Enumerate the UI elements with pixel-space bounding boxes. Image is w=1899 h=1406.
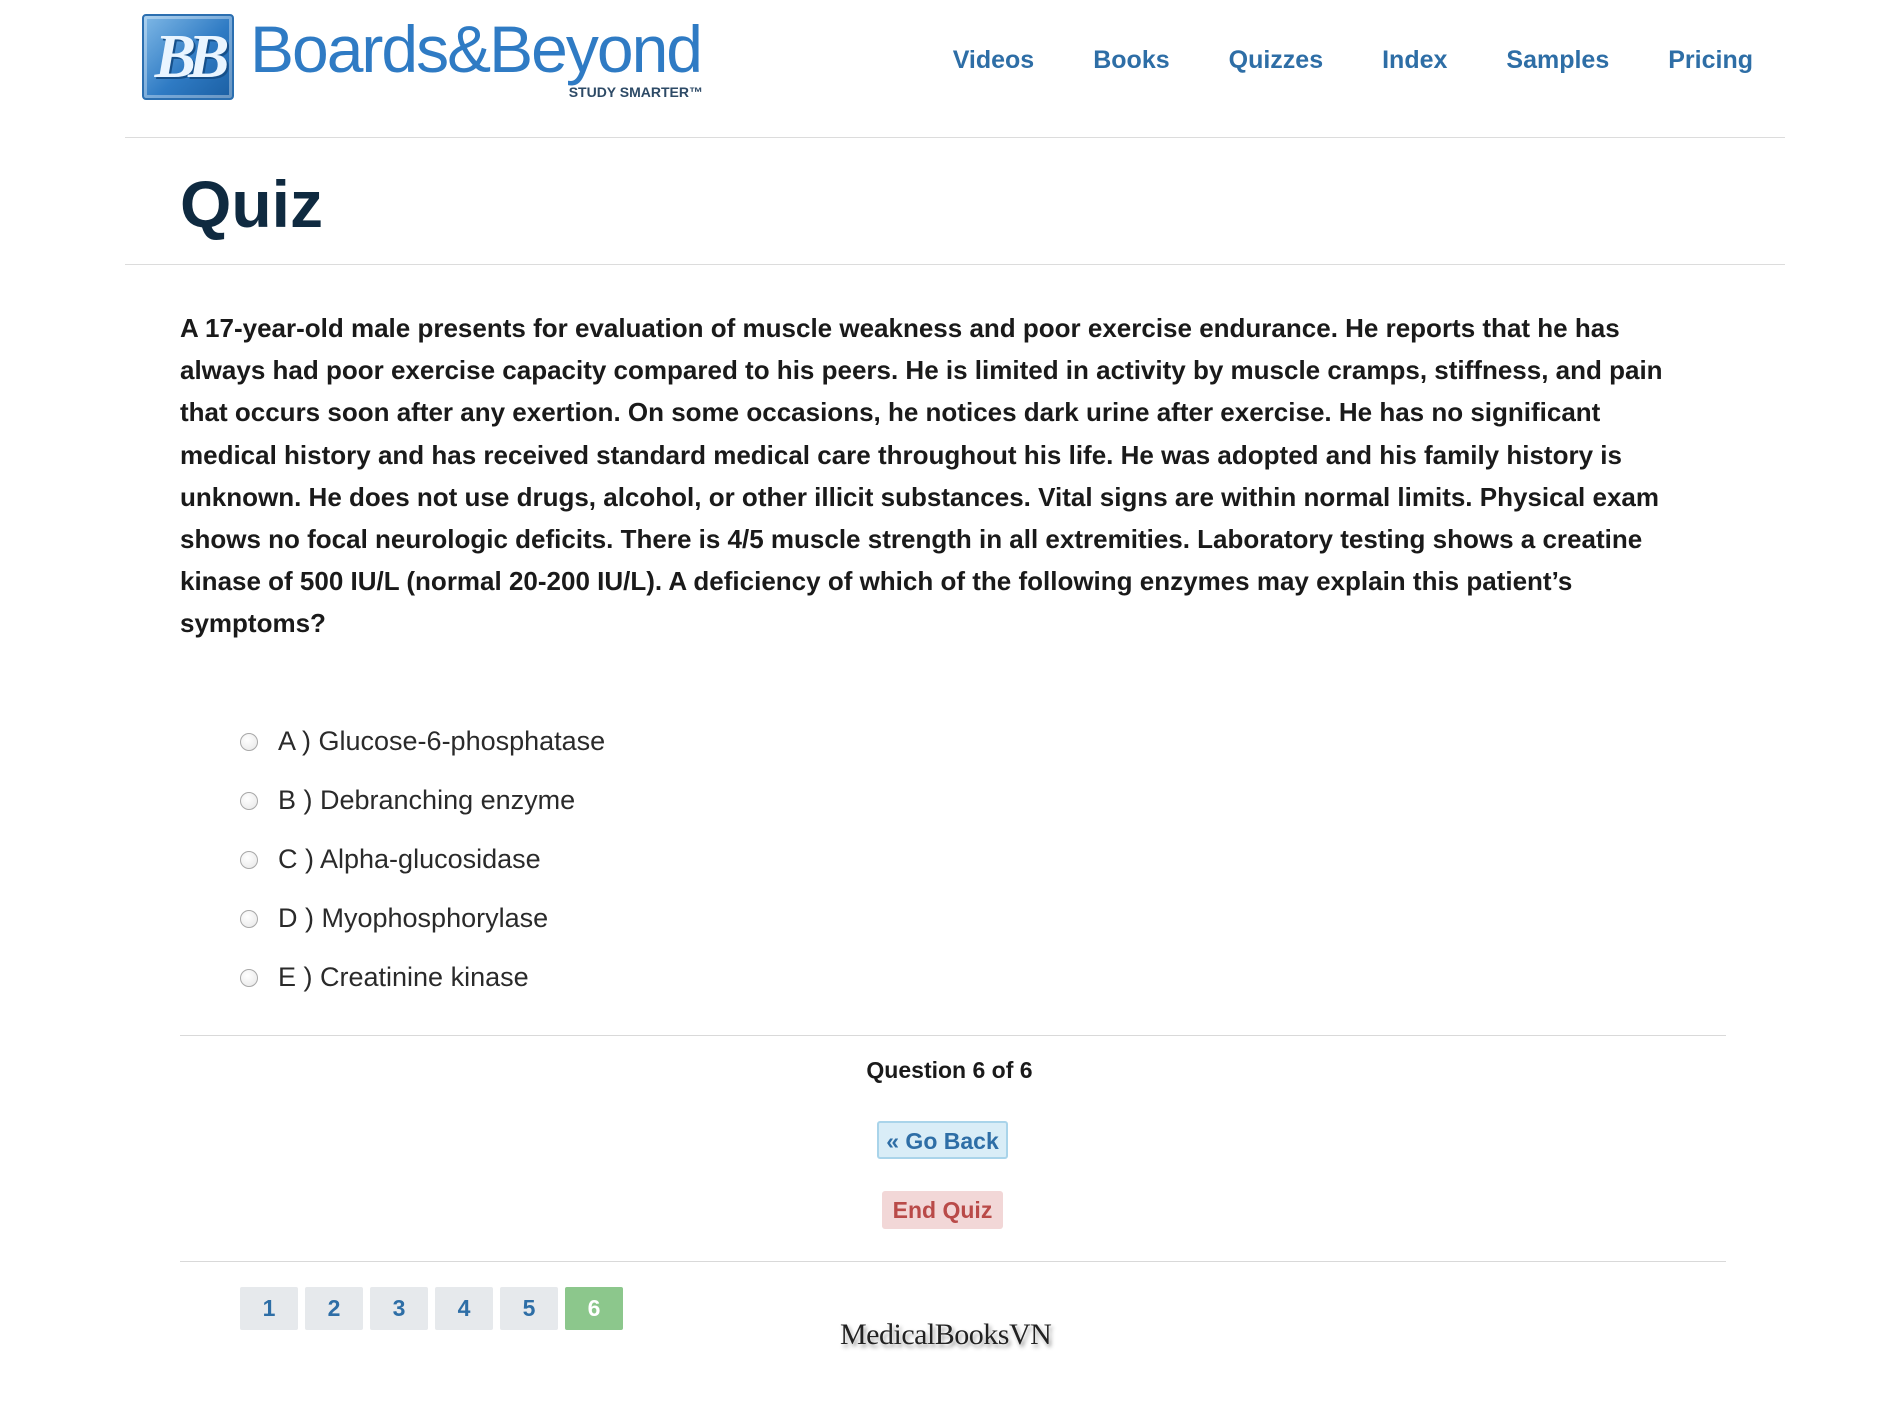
radio-button[interactable]	[240, 732, 258, 751]
logo-badge-icon: BB	[142, 14, 234, 100]
answer-option-a[interactable]: A ) Glucose-6-phosphatase	[240, 712, 605, 771]
page-button-6-active[interactable]: 6	[565, 1287, 623, 1330]
question-pager: 1 2 3 4 5 6	[240, 1287, 623, 1330]
watermark: MedicalBooksVN	[840, 1318, 1052, 1351]
radio-button[interactable]	[240, 968, 258, 987]
divider	[180, 1261, 1726, 1262]
page-title: Quiz	[180, 167, 323, 241]
nav-samples[interactable]: Samples	[1506, 46, 1609, 75]
page-button-3[interactable]: 3	[370, 1287, 428, 1330]
answer-label: A ) Glucose-6-phosphatase	[278, 726, 606, 756]
answer-options: A ) Glucose-6-phosphatase B ) Debranchin…	[240, 712, 605, 1007]
page-button-1[interactable]: 1	[240, 1287, 298, 1330]
answer-label: C ) Alpha-glucosidase	[278, 844, 541, 874]
site-logo[interactable]: BB Boards&Beyond STUDY SMARTER™	[142, 12, 703, 102]
question-progress: Question 6 of 6	[866, 1057, 1033, 1083]
radio-button[interactable]	[240, 791, 258, 810]
nav-index[interactable]: Index	[1382, 46, 1447, 75]
answer-option-d[interactable]: D ) Myophosphorylase	[240, 889, 605, 948]
answer-label: E ) Creatinine kinase	[278, 962, 529, 992]
answer-option-c[interactable]: C ) Alpha-glucosidase	[240, 830, 605, 889]
question-stem: A 17-year-old male presents for evaluati…	[180, 313, 1663, 639]
main-nav: Videos Books Quizzes Index Samples Prici…	[953, 46, 1753, 75]
nav-quizzes[interactable]: Quizzes	[1229, 46, 1323, 75]
answer-label: D ) Myophosphorylase	[278, 903, 549, 933]
nav-videos[interactable]: Videos	[953, 46, 1035, 75]
logo-badge-text: BB	[154, 22, 230, 91]
divider	[180, 1035, 1726, 1036]
answer-label: B ) Debranching enzyme	[278, 785, 576, 815]
page-button-4[interactable]: 4	[435, 1287, 493, 1330]
logo-tagline: STUDY SMARTER™	[568, 84, 703, 100]
end-quiz-button[interactable]: End Quiz	[882, 1191, 1003, 1229]
nav-pricing[interactable]: Pricing	[1668, 46, 1753, 75]
answer-option-e[interactable]: E ) Creatinine kinase	[240, 948, 605, 1007]
go-back-button[interactable]: « Go Back	[877, 1121, 1008, 1159]
answer-option-b[interactable]: B ) Debranching enzyme	[240, 771, 605, 830]
logo-name: Boards&Beyond	[250, 12, 703, 86]
site-header: BB Boards&Beyond STUDY SMARTER™ Videos B…	[125, 0, 1785, 138]
nav-books[interactable]: Books	[1093, 46, 1169, 75]
page-button-2[interactable]: 2	[305, 1287, 363, 1330]
page-button-5[interactable]: 5	[500, 1287, 558, 1330]
title-section: Quiz	[125, 138, 1785, 265]
radio-button[interactable]	[240, 850, 258, 869]
radio-button[interactable]	[240, 909, 258, 928]
